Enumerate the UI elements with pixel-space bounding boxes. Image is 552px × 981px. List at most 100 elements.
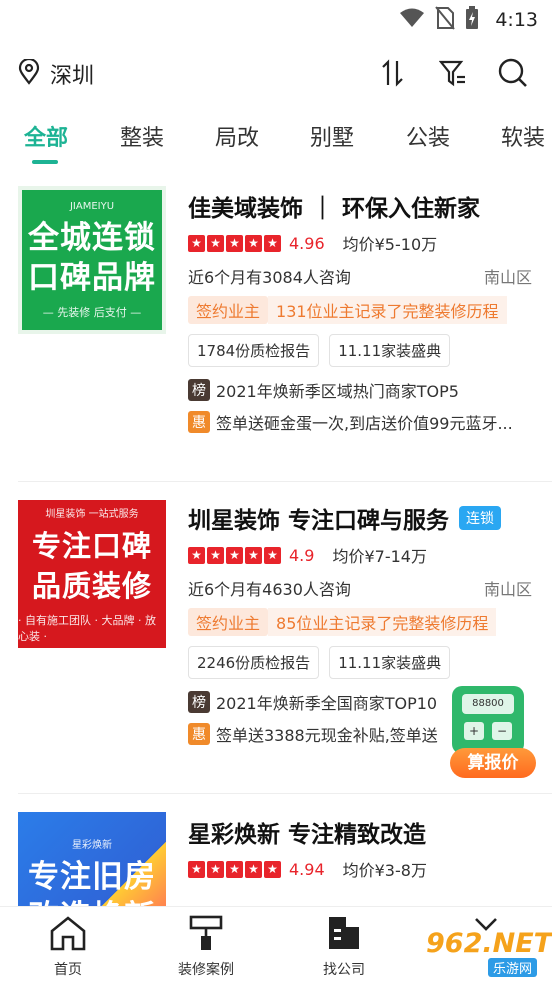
thumb-sub: · 自有施工团队 · 大品牌 · 放心装 ·	[18, 613, 156, 643]
quote-calculator-button[interactable]: 88800 + − 算报价	[436, 686, 548, 782]
active-tab-indicator	[32, 160, 58, 164]
company-name: 佳美域装饰 ｜ 环保入住新家	[188, 196, 481, 222]
promo-text: 签单送3388元现金补贴,签单送	[216, 726, 438, 745]
quote-label: 算报价	[450, 748, 536, 778]
rating-score: 4.94	[289, 859, 325, 879]
thumb-head: JIAMEIYU	[69, 200, 115, 212]
nav-label: 首页	[54, 962, 82, 978]
no-sim-icon	[435, 6, 456, 34]
thumb-head: 星彩焕新	[72, 839, 112, 851]
owner-record: 85位业主记录了完整装修历程	[268, 608, 497, 636]
divider	[18, 481, 552, 482]
watermark-main: 962.NET	[426, 928, 552, 959]
owner-record: 131位业主记录了完整装修历程	[268, 296, 507, 324]
promo-icon: 惠	[188, 411, 210, 433]
filter-icon[interactable]	[436, 56, 470, 90]
status-time: 4:13	[495, 9, 538, 31]
promo-text: 签单送砸金蛋一次,到店送价值99元蓝牙...	[216, 414, 513, 433]
star-icon: ★	[188, 860, 205, 878]
nav-home[interactable]: 首页	[18, 913, 118, 979]
watermark-sub: 乐游网	[488, 958, 538, 977]
company-name: 星彩焕新 专注精致改造	[188, 822, 427, 848]
event-chip[interactable]: 11.11家装盛典	[329, 646, 451, 679]
tab-commercial[interactable]: 公装	[406, 120, 450, 152]
average-price: 均价¥5-10万	[342, 235, 438, 254]
star-icon: ★	[207, 546, 224, 564]
calculator-minus-key: −	[492, 722, 512, 740]
rating-score: 4.9	[289, 545, 315, 565]
rating-score: 4.96	[289, 233, 325, 253]
star-rating: ★ ★ ★ ★ ★	[188, 546, 281, 564]
chain-badge: 连锁	[459, 506, 502, 530]
company-thumbnail: JIAMEIYU 全城连锁 口碑品牌 — 先装修 后支付 —	[18, 186, 166, 334]
divider	[18, 793, 552, 794]
event-chip[interactable]: 11.11家装盛典	[329, 334, 451, 367]
star-icon: ★	[188, 234, 205, 252]
promo-icon: 惠	[188, 723, 210, 745]
thumb-line1: 全城连锁	[28, 219, 156, 256]
rank-icon: 榜	[188, 379, 210, 401]
thumb-line1: 专注口碑	[31, 528, 152, 563]
star-icon: ★	[264, 234, 281, 252]
paint-roller-icon	[156, 913, 256, 953]
nav-cases[interactable]: 装修案例	[156, 913, 256, 979]
city-name: 深圳	[50, 64, 95, 89]
battery-charging-icon	[465, 6, 479, 34]
rank-text: 2021年焕新季区域热门商家TOP5	[216, 382, 459, 401]
rating-row: ★ ★ ★ ★ ★ 4.9 均价¥7-14万	[188, 542, 538, 568]
star-icon: ★	[245, 546, 262, 564]
thumb-line1: 专注旧房	[28, 858, 156, 895]
tab-villa[interactable]: 别墅	[310, 120, 354, 152]
nav-label: 找公司	[323, 962, 365, 978]
quality-report-chip[interactable]: 2246份质检报告	[188, 646, 320, 679]
star-icon: ★	[188, 546, 205, 564]
owner-tag: 签约业主	[188, 296, 269, 324]
tab-soft-furnishing[interactable]: 软装	[501, 120, 545, 152]
quality-report-chip[interactable]: 1784份质检报告	[188, 334, 320, 367]
rating-row: ★ ★ ★ ★ ★ 4.94 均价¥3-8万	[188, 856, 538, 882]
home-icon	[18, 913, 118, 953]
site-watermark: 962.NET 乐游网	[408, 926, 552, 978]
average-price: 均价¥3-8万	[342, 861, 427, 880]
calculator-plus-key: +	[464, 722, 484, 740]
calculator-icon: 88800 + −	[452, 686, 524, 754]
thumb-head: 圳星装饰 一站式服务	[45, 508, 139, 520]
rank-icon: 榜	[188, 691, 210, 713]
status-bar: 4:13	[0, 0, 552, 40]
district: 南山区	[483, 580, 532, 599]
wifi-icon	[399, 7, 425, 33]
star-icon: ★	[207, 860, 224, 878]
nav-label: 装修案例	[178, 962, 234, 978]
tab-full-renovation[interactable]: 整装	[120, 120, 164, 152]
company-thumbnail: 圳星装饰 一站式服务 专注口碑 品质装修 · 自有施工团队 · 大品牌 · 放心…	[18, 500, 166, 648]
thumb-line2: 品质装修	[31, 568, 152, 603]
city-selector[interactable]: 深圳	[18, 57, 95, 90]
district: 南山区	[483, 268, 532, 287]
consult-count: 近6个月有3084人咨询	[188, 268, 351, 287]
tab-partial-renovation[interactable]: 局改	[215, 120, 259, 152]
star-icon: ★	[226, 234, 243, 252]
location-icon	[18, 57, 40, 89]
star-icon: ★	[264, 546, 281, 564]
rating-row: ★ ★ ★ ★ ★ 4.96 均价¥5-10万	[188, 230, 538, 256]
tab-all[interactable]: 全部	[24, 120, 68, 152]
nav-find-company[interactable]: 找公司	[294, 913, 394, 979]
star-rating: ★ ★ ★ ★ ★	[188, 234, 281, 252]
building-icon	[294, 913, 394, 953]
star-icon: ★	[226, 546, 243, 564]
owner-tag: 签约业主	[188, 608, 269, 636]
star-icon: ★	[245, 234, 262, 252]
star-icon: ★	[207, 234, 224, 252]
star-rating: ★ ★ ★ ★ ★	[188, 860, 281, 878]
calculator-screen: 88800	[462, 694, 514, 714]
consult-count: 近6个月有4630人咨询	[188, 580, 351, 599]
star-icon: ★	[245, 860, 262, 878]
star-icon: ★	[226, 860, 243, 878]
company-name: 圳星装饰 专注口碑与服务	[188, 508, 450, 534]
average-price: 均价¥7-14万	[332, 547, 427, 566]
sort-icon[interactable]	[376, 56, 410, 90]
search-icon[interactable]	[496, 56, 530, 90]
category-tabs: 全部 整装 局改 别墅 公装 软装	[0, 112, 552, 164]
thumb-sub: — 先装修 后支付 —	[42, 305, 142, 319]
top-bar: 深圳	[0, 48, 552, 98]
